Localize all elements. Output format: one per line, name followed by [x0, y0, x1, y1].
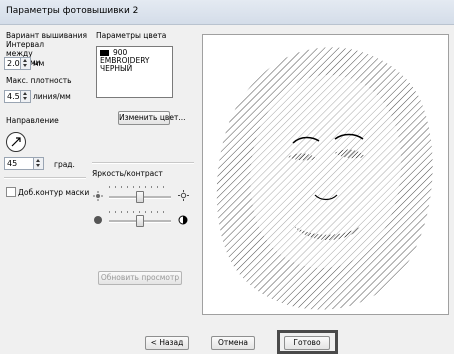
spin-arrows-icon[interactable]	[20, 58, 30, 69]
back-button[interactable]: < Назад	[145, 336, 189, 350]
embroidery-preview-image	[216, 47, 433, 310]
density-value: 4.5	[7, 92, 20, 101]
left-panel: Вариант вышивания Интервал между линиями…	[0, 24, 90, 324]
color-name: ЧЕРНЫЙ	[100, 64, 133, 73]
direction-label: Направление	[6, 116, 59, 125]
angle-unit: град.	[54, 160, 75, 169]
density-unit: линия/мм	[33, 92, 71, 101]
color-list[interactable]: 900 EMBROIDERY ЧЕРНЫЙ	[96, 46, 173, 98]
brightness-contrast-label: Яркость/контраст	[92, 169, 163, 178]
interval-value: 2.0	[7, 59, 20, 68]
color-group-label: Параметры цвета	[96, 31, 167, 40]
density-label: Макс. плотность	[6, 76, 72, 85]
angle-stepper[interactable]: 45	[4, 157, 44, 170]
mask-label: Доб.контур маски	[18, 188, 90, 197]
interval-unit: мм	[33, 59, 45, 68]
contrast-ticks	[109, 211, 169, 213]
cancel-button[interactable]: Отмена	[211, 336, 255, 350]
title-bar: Параметры фотовышивки 2	[0, 0, 454, 25]
contrast-low-icon	[94, 216, 102, 224]
brightness-low-icon	[93, 191, 103, 201]
angle-value: 45	[7, 159, 18, 168]
direction-dial[interactable]	[6, 132, 26, 152]
divider	[92, 162, 194, 164]
brightness-slider[interactable]	[136, 191, 144, 203]
preview-canvas	[202, 34, 449, 315]
update-preview-button[interactable]: Обновить просмотр	[98, 271, 182, 285]
contrast-slider[interactable]	[136, 215, 144, 227]
interval-stepper[interactable]: 2.0	[4, 57, 31, 70]
density-stepper[interactable]: 4.5	[4, 90, 31, 103]
contrast-high-icon	[178, 215, 188, 225]
divider	[4, 177, 86, 179]
done-highlight	[277, 330, 338, 354]
direction-arrow-icon	[11, 137, 21, 147]
spin-arrows-icon[interactable]	[33, 158, 43, 169]
stitch-type-label: Вариант вышивания	[6, 31, 88, 40]
change-color-button[interactable]: Изменить цвет...	[118, 111, 185, 125]
mask-checkbox[interactable]	[6, 187, 16, 197]
brightness-high-icon	[178, 190, 189, 201]
brightness-ticks	[109, 186, 169, 188]
spin-arrows-icon[interactable]	[20, 91, 30, 102]
window-title: Параметры фотовышивки 2	[6, 6, 139, 16]
